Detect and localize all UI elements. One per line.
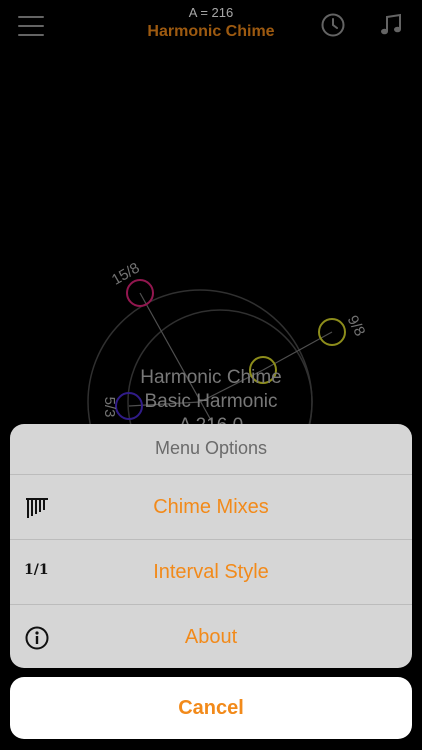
sheet-title: Menu Options [10, 424, 412, 475]
menu-item-chime-mixes[interactable]: Chime Mixes [10, 475, 412, 540]
menu-item-about[interactable]: About [10, 605, 412, 668]
menu-item-label: Chime Mixes [153, 496, 269, 518]
menu-item-label: About [184, 626, 238, 648]
menu-item-interval-style[interactable]: 1/1 Interval Style [10, 540, 412, 605]
cancel-button[interactable]: Cancel [10, 677, 412, 739]
menu-item-label: Interval Style [153, 561, 269, 583]
menu-options-sheet: Menu Options Chime Mixes 1/1 Interval St… [10, 424, 412, 668]
